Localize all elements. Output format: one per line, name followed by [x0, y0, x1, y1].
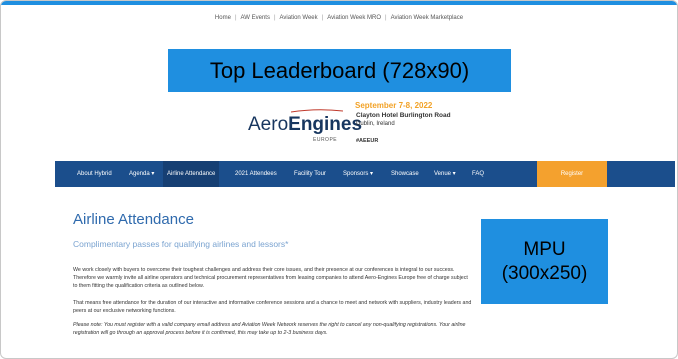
logo-subtitle: EUROPE	[313, 137, 338, 143]
nav-sponsors[interactable]: Sponsors ▾	[343, 161, 373, 187]
register-label: Register	[560, 171, 584, 177]
intro-paragraph: We work closely with buyers to overcome …	[73, 267, 468, 289]
util-separator: |	[273, 15, 276, 21]
page-subheading: Complimentary passes for qualifying airl…	[73, 239, 289, 249]
event-hashtag: #AEEUR	[356, 138, 379, 144]
register-button[interactable]: Register	[537, 161, 607, 187]
aero-engines-logo[interactable]: AeroEngines	[248, 114, 362, 136]
nav-venue[interactable]: Venue ▾	[434, 161, 456, 187]
mpu-ad-placeholder: MPU (300x250)	[481, 219, 608, 304]
page-title: Airline Attendance	[73, 211, 194, 228]
util-link-aviation-week-mro[interactable]: Aviation Week MRO	[327, 15, 381, 21]
mpu-size-label: (300x250)	[501, 262, 588, 284]
nav-2021-attendees[interactable]: 2021 Attendees	[235, 161, 277, 187]
nav-faq[interactable]: FAQ	[472, 161, 484, 187]
leaderboard-ad-placeholder: Top Leaderboard (728x90)	[168, 49, 511, 92]
nav-facility-tour[interactable]: Facility Tour	[294, 161, 326, 187]
util-link-aw-events[interactable]: AW Events	[241, 15, 270, 21]
top-accent-bar	[1, 1, 677, 5]
nav-agenda[interactable]: Agenda ▾	[129, 161, 154, 187]
event-city: Dublin, Ireland	[356, 121, 395, 127]
util-link-aviation-week[interactable]: Aviation Week	[280, 15, 318, 21]
registration-note: Please note: You must register with a va…	[73, 322, 466, 336]
mpu-label: MPU	[523, 238, 566, 260]
nav-airline-attendance[interactable]: Airline Attendance	[163, 161, 220, 187]
util-separator: |	[385, 15, 387, 21]
util-separator: |	[234, 15, 237, 21]
util-link-home[interactable]: Home	[215, 15, 231, 21]
logo-text-engines: Engines	[288, 114, 363, 135]
nav-about-hybrid[interactable]: About Hybrid	[77, 161, 112, 187]
event-venue: Clayton Hotel Burlington Road	[356, 112, 451, 119]
utility-nav: Home | AW Events | Aviation Week | Aviation We…	[1, 15, 677, 21]
event-date: September 7-8, 2022	[355, 101, 433, 110]
nav-showcase[interactable]: Showcase	[391, 161, 419, 187]
leaderboard-label: Top Leaderboard (728x90)	[209, 57, 470, 83]
attendance-paragraph: That means free attendance for the durat…	[73, 300, 472, 314]
browser-page: Home | AW Events | Aviation Week | Aviation We…	[0, 0, 678, 359]
util-link-marketplace[interactable]: Aviation Week Marketplace	[391, 15, 463, 21]
logo-text-aero: Aero	[248, 114, 289, 135]
logo-swoosh-icon	[291, 109, 343, 113]
util-separator: |	[321, 15, 324, 21]
